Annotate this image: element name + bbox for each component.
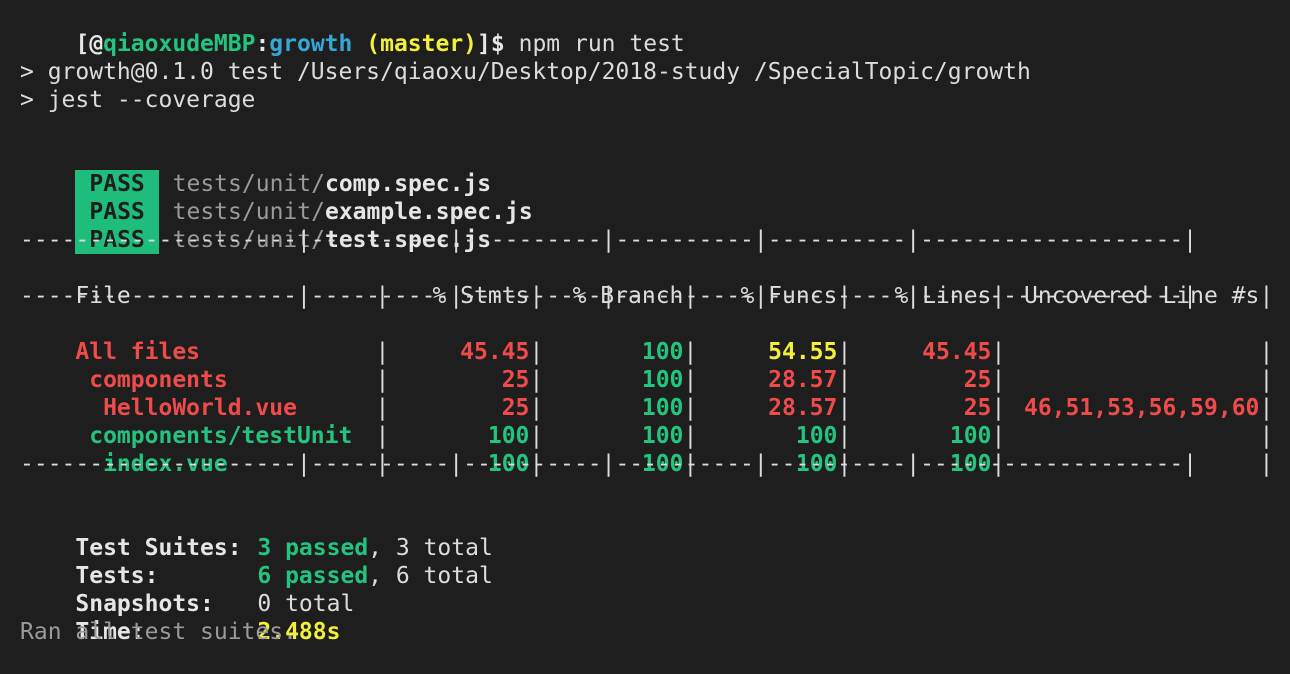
- prompt-dir: growth: [269, 31, 353, 57]
- prompt-host: qiaoxudeMBP: [103, 31, 256, 57]
- script-line: > growth@0.1.0 test /Users/qiaoxu/Deskto…: [20, 59, 1031, 85]
- table-row: components/testUnit | 100| 100| 100| 100| |: [75, 423, 1274, 449]
- table-rule-bottom: --------------------|----------|--------…: [20, 451, 1198, 477]
- prompt-colon: :: [255, 31, 270, 57]
- table-row: index.vue | 100| 100| 100| 100| |: [75, 451, 1274, 477]
- table-rule-top: --------------------|----------|--------…: [20, 227, 1198, 253]
- summary-time: Time: 2.488s: [20, 590, 340, 645]
- summary-suites: Test Suites: 3 passed, 3 total: [20, 506, 492, 561]
- coverage-header-row: File |% Stmts|% Branch|% Funcs|% Lines| Un…: [75, 283, 1274, 309]
- prompt-branch: (master): [366, 31, 478, 57]
- terminal-window[interactable]: [@qiaoxudeMBP:growth (master)]$ npm run …: [0, 0, 1290, 650]
- table-row: All files | 45.45| 100| 54.55| 45.45| |: [75, 339, 1274, 365]
- summary-total: , 6 total: [368, 563, 493, 589]
- prompt-open-bracket: [: [75, 31, 90, 57]
- table-row: HelloWorld.vue | 25| 100| 28.57| 25| 46,51,53,…: [75, 395, 1274, 421]
- test-file-line: PASS tests/unit/comp.spec.js: [20, 142, 491, 198]
- test-file-line: PASS tests/unit/test.spec.js: [20, 198, 491, 254]
- prompt-close: ]$: [477, 31, 505, 57]
- test-file-line: PASS tests/unit/example.spec.js: [20, 170, 533, 226]
- prompt-at: @: [89, 31, 104, 57]
- summary-snapshots: Snapshots: 0 total: [20, 562, 354, 617]
- prompt-command: npm run test: [518, 31, 685, 57]
- ran-all-message: Ran all test suites.: [20, 619, 297, 645]
- command-prompt-line: [@qiaoxudeMBP:growth (master)]$ npm run …: [20, 2, 684, 57]
- table-rule-mid: --------------------|----------|--------…: [20, 283, 1198, 309]
- summary-tests: Tests: 6 passed, 6 total: [20, 534, 492, 589]
- script-line: > jest --coverage: [20, 87, 256, 113]
- table-row: components | 25| 100| 28.57| 25| |: [75, 367, 1274, 393]
